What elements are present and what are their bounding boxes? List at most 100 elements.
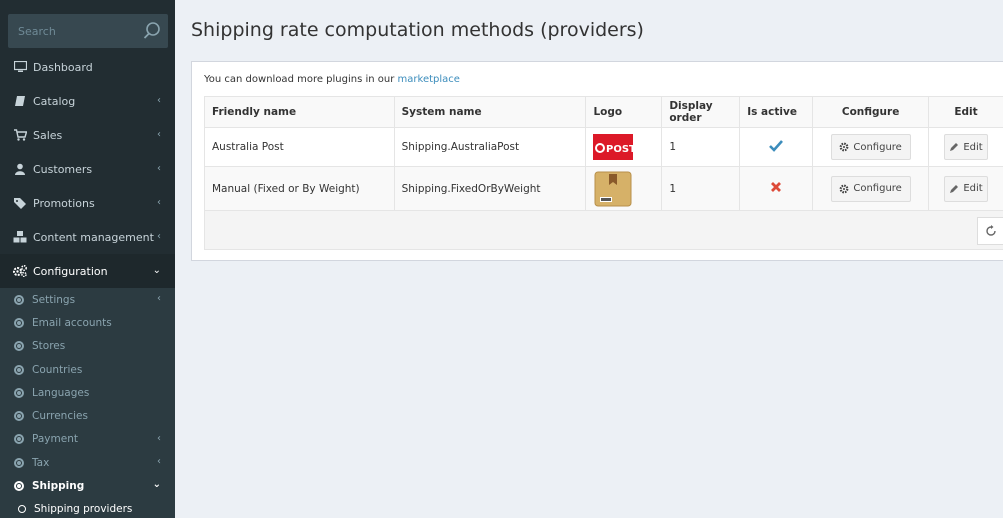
sidebar-item-label: Sales <box>33 128 63 142</box>
sidebar-item-label: Catalog <box>33 94 76 108</box>
marketplace-note-text: You can download more plugins in our <box>204 74 395 85</box>
chevron-left-icon: ‹ <box>157 293 161 304</box>
chevron-left-icon: ‹ <box>157 231 161 242</box>
edit-label: Edit <box>963 141 983 153</box>
column-header-logo: Logo <box>585 96 663 128</box>
chevron-left-icon: ‹ <box>157 432 161 444</box>
configure-label: Configure <box>853 183 902 194</box>
sidebar-item-label: Promotions <box>33 196 95 210</box>
sidebar-item-shipping[interactable]: Shipping ⌄ <box>0 474 175 497</box>
sidebar-item-currencies[interactable]: Currencies <box>0 404 175 427</box>
refresh-icon <box>985 225 996 236</box>
sidebar-item-languages[interactable]: Languages <box>0 381 175 404</box>
display-order-cell: 1 <box>661 166 741 211</box>
marketplace-link[interactable]: marketplace <box>398 74 460 85</box>
sidebar-item-stores[interactable]: Stores <box>0 335 175 358</box>
logo-cell: POST <box>585 127 663 167</box>
gear-icon <box>839 142 849 152</box>
chevron-down-icon: ⌄ <box>152 479 161 491</box>
sidebar-item-catalog[interactable]: Catalog ‹ <box>0 84 175 118</box>
sidebar-item-shipping-providers[interactable]: Shipping providers <box>0 498 175 518</box>
chevron-down-icon: ⌄ <box>152 265 161 276</box>
gear-icon <box>839 184 849 193</box>
friendly-name-cell: Australia Post <box>204 127 395 167</box>
sidebar-item-promotions[interactable]: Promotions ‹ <box>0 186 175 220</box>
dot-circle-icon <box>14 317 24 328</box>
sidebar-item-label: Customers <box>33 162 93 176</box>
edit-button[interactable]: Edit <box>944 134 989 160</box>
sidebar-item-label: Settings <box>32 293 76 306</box>
logo-text: POST <box>606 144 633 155</box>
marketplace-note: You can download more plugins in our mar… <box>204 74 460 85</box>
sidebar-menu: Dashboard Catalog ‹ Sales ‹ Customers ‹ … <box>0 50 175 518</box>
sidebar-item-settings[interactable]: Settings ‹ <box>0 288 175 311</box>
sidebar-item-countries[interactable]: Countries <box>0 358 175 381</box>
column-header-friendly-name[interactable]: Friendly name <box>204 96 395 128</box>
page-title: Shipping rate computation methods (provi… <box>191 19 644 41</box>
edit-button[interactable]: Edit <box>944 175 989 202</box>
configuration-submenu: Settings ‹ Email accounts Stores Countri… <box>0 288 175 518</box>
sidebar-item-label: Configuration <box>33 264 108 278</box>
circle-icon <box>18 505 26 514</box>
column-header-display-order[interactable]: Display order <box>661 96 741 128</box>
logo-cell <box>585 166 663 211</box>
sidebar-item-customers[interactable]: Customers ‹ <box>0 152 175 186</box>
sidebar-item-label: Languages <box>32 386 90 399</box>
chevron-left-icon: ‹ <box>157 197 161 208</box>
sidebar-item-label: Email accounts <box>32 316 112 329</box>
search-input[interactable] <box>8 14 138 48</box>
sidebar-item-dashboard[interactable]: Dashboard <box>0 50 175 84</box>
x-mark-icon <box>770 182 782 196</box>
sidebar-item-label: Content management <box>33 230 154 244</box>
providers-table: Friendly name System name Logo Display o… <box>204 96 1003 211</box>
user-icon <box>13 162 27 176</box>
dot-circle-icon <box>14 457 24 468</box>
sidebar: Dashboard Catalog ‹ Sales ‹ Customers ‹ … <box>0 0 175 518</box>
dot-circle-icon <box>14 341 24 352</box>
pencil-icon <box>950 184 959 193</box>
sidebar-item-label: Dashboard <box>33 60 93 74</box>
column-header-edit: Edit <box>928 96 1003 128</box>
sidebar-item-email-accounts[interactable]: Email accounts <box>0 311 175 334</box>
refresh-button[interactable] <box>977 217 1003 245</box>
sidebar-item-label: Stores <box>32 340 66 353</box>
search-icon[interactable] <box>142 21 162 41</box>
table-header-row: Friendly name System name Logo Display o… <box>204 96 1003 128</box>
edit-cell: Edit <box>928 166 1003 211</box>
desktop-icon <box>13 60 27 74</box>
table-row: Manual (Fixed or By Weight) Shipping.Fix… <box>204 166 1003 211</box>
dot-circle-icon <box>14 411 24 422</box>
chevron-left-icon: ‹ <box>157 456 161 468</box>
gears-icon <box>13 264 27 278</box>
configure-cell: Configure <box>812 127 930 167</box>
dot-circle-icon <box>14 364 24 375</box>
book-icon <box>13 94 27 108</box>
chevron-left-icon: ‹ <box>157 163 161 174</box>
column-header-is-active[interactable]: Is active <box>739 96 814 128</box>
sidebar-item-sales[interactable]: Sales ‹ <box>0 118 175 152</box>
system-name-cell: Shipping.FixedOrByWeight <box>393 166 587 211</box>
package-box-logo <box>593 171 633 206</box>
sidebar-item-payment[interactable]: Payment ‹ <box>0 428 175 451</box>
pencil-icon <box>950 143 959 151</box>
table-footer <box>204 210 1003 250</box>
sidebar-item-label: Currencies <box>32 410 88 423</box>
checkmark-icon <box>769 139 784 155</box>
table-row: Australia Post Shipping.AustraliaPost PO… <box>204 127 1003 167</box>
configure-button[interactable]: Configure <box>830 134 911 160</box>
dot-circle-icon <box>14 387 24 398</box>
sidebar-item-configuration[interactable]: Configuration ⌄ <box>0 254 175 288</box>
configure-cell: Configure <box>812 166 930 211</box>
friendly-name-cell: Manual (Fixed or By Weight) <box>204 166 395 211</box>
dot-circle-icon <box>14 434 24 445</box>
system-name-cell: Shipping.AustraliaPost <box>393 127 587 167</box>
tag-icon <box>13 196 27 210</box>
column-header-configure: Configure <box>812 96 930 128</box>
sidebar-item-tax[interactable]: Tax ‹ <box>0 451 175 474</box>
configure-button[interactable]: Configure <box>830 175 911 202</box>
sidebar-item-label: Payment <box>32 433 78 446</box>
chevron-left-icon: ‹ <box>157 95 161 106</box>
column-header-system-name[interactable]: System name <box>393 96 587 128</box>
australia-post-logo: POST <box>593 133 634 161</box>
sidebar-item-content-management[interactable]: Content management ‹ <box>0 220 175 254</box>
